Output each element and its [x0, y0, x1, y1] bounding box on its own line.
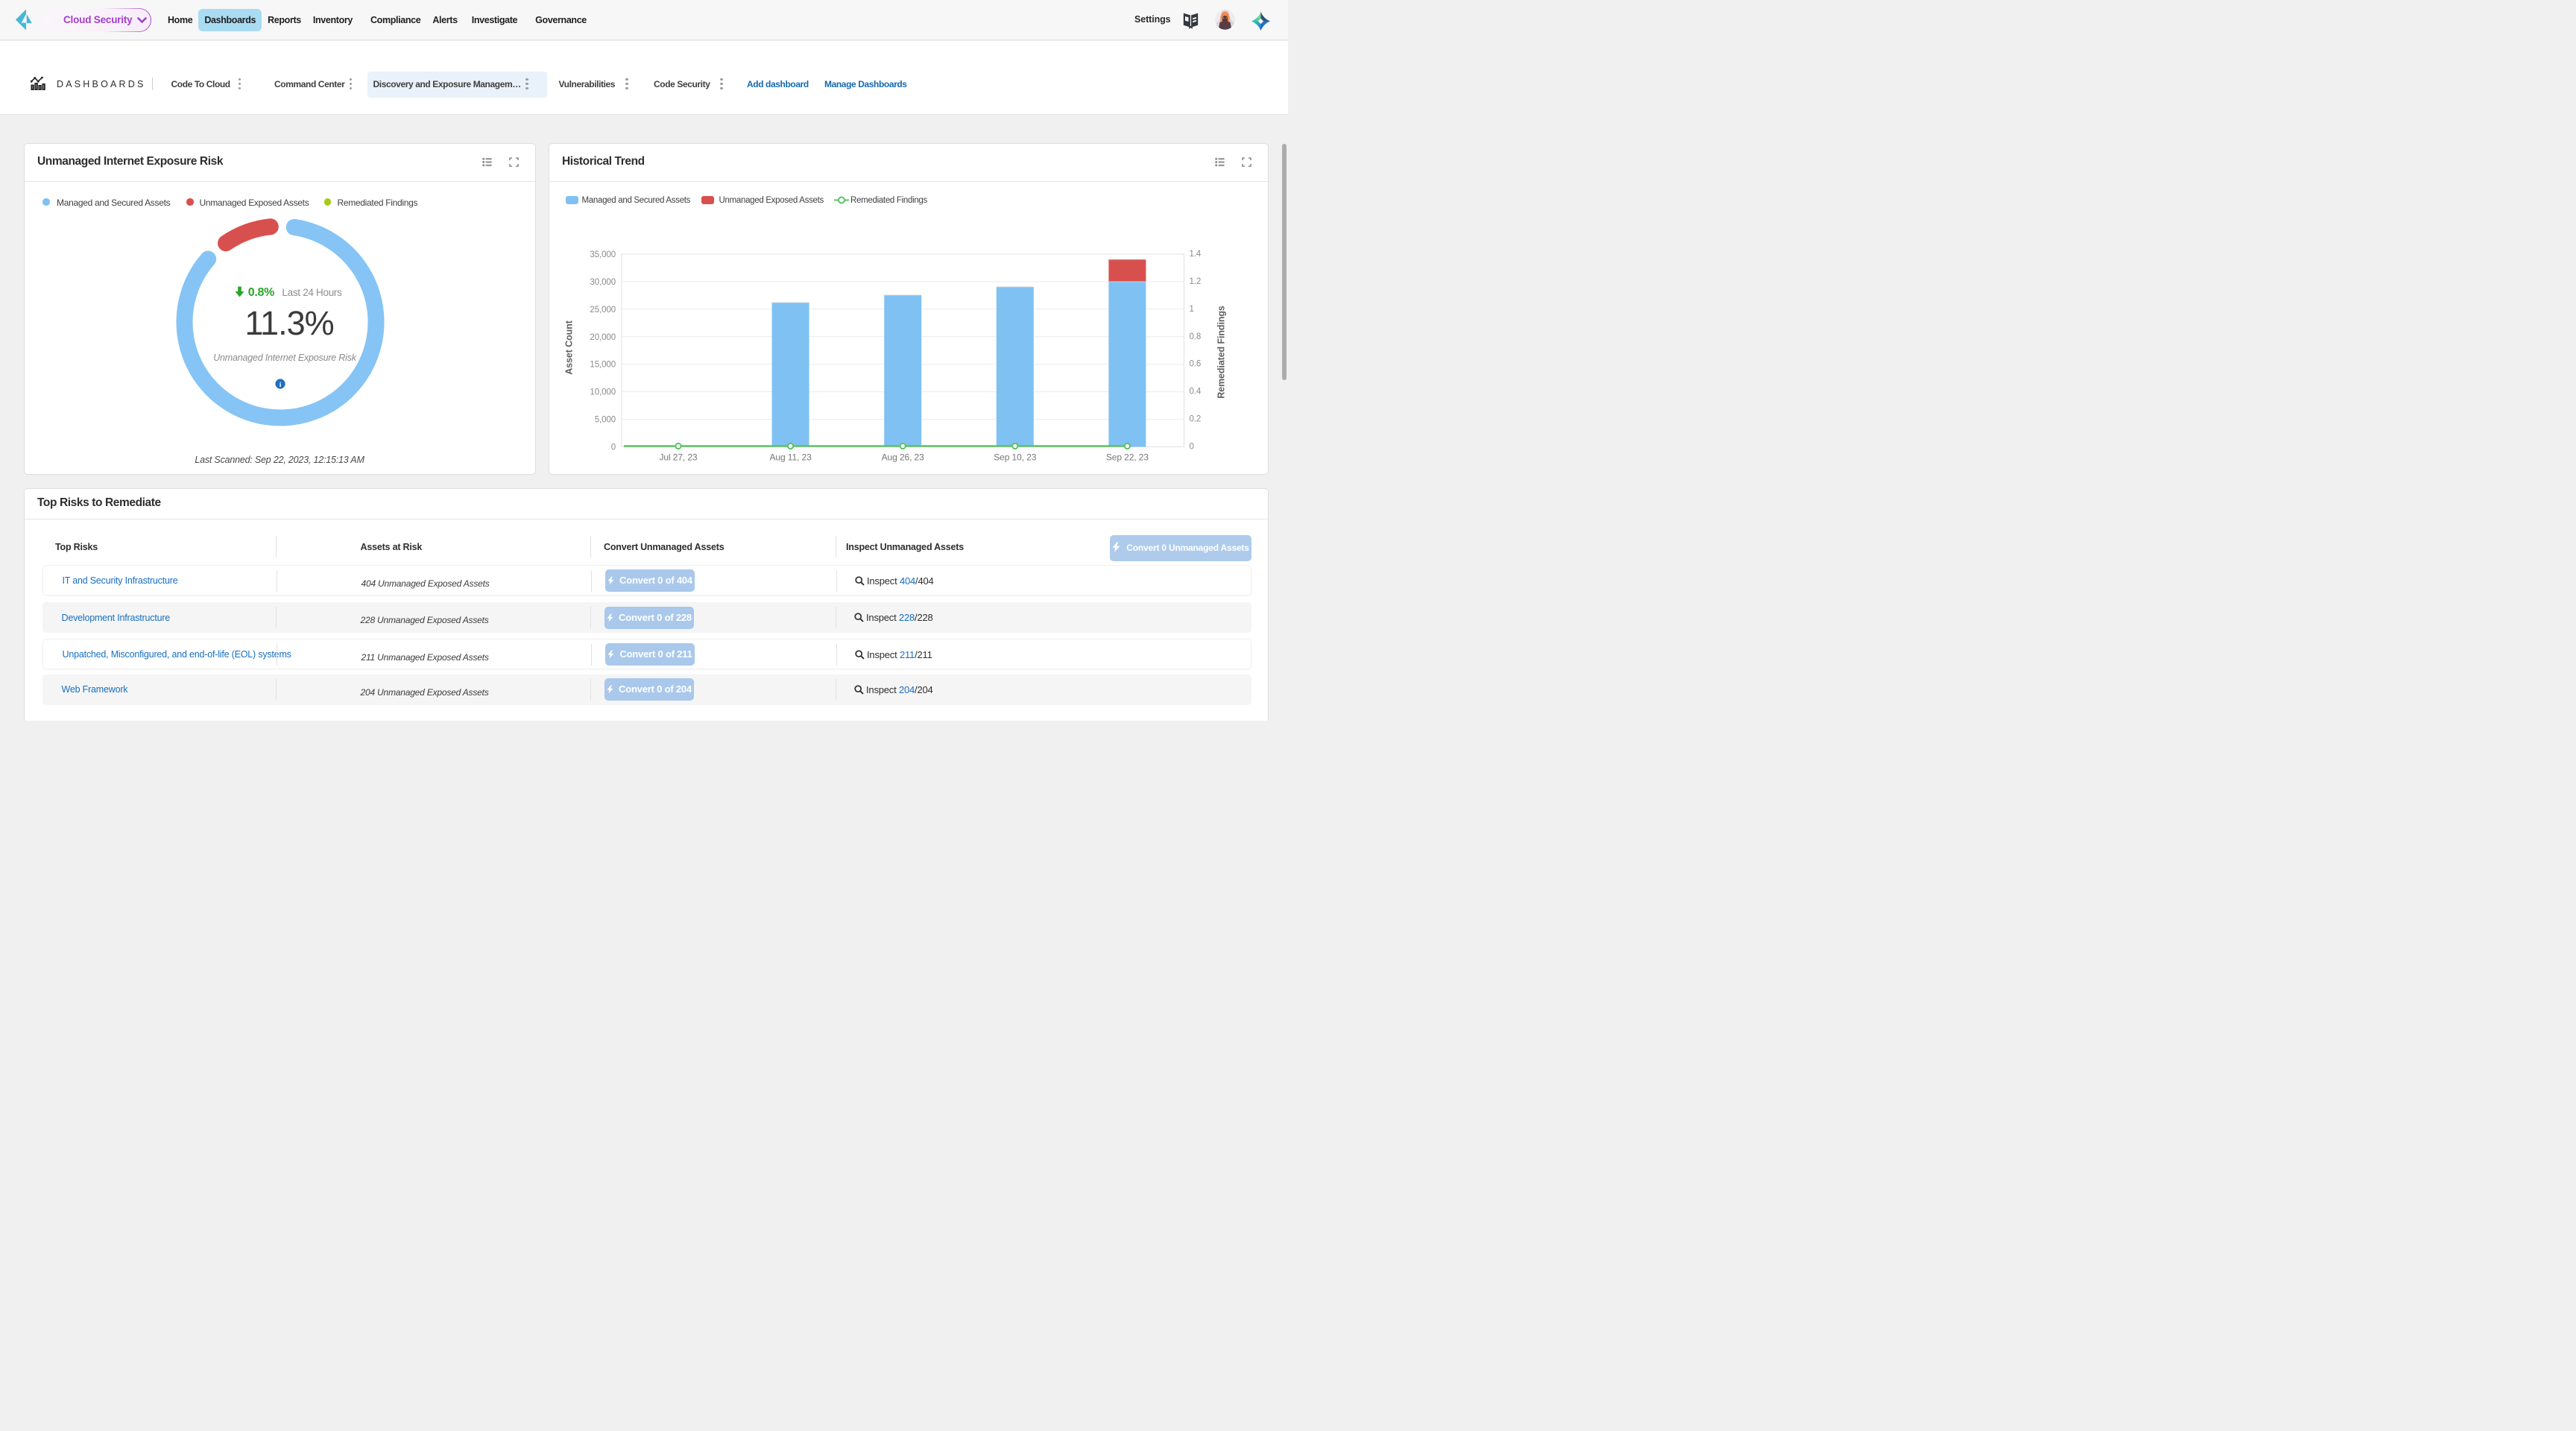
svg-text:Asset Count: Asset Count [564, 320, 575, 374]
svg-text:1.2: 1.2 [1190, 277, 1202, 285]
svg-text:i: i [280, 382, 282, 389]
svg-text:5,000: 5,000 [595, 415, 616, 424]
svg-text:0.2: 0.2 [1190, 414, 1202, 423]
svg-text:10,000: 10,000 [590, 388, 616, 397]
svg-text:Jul 27, 23: Jul 27, 23 [659, 452, 697, 462]
svg-text:0.8: 0.8 [1190, 332, 1202, 341]
svg-text:1.4: 1.4 [1190, 250, 1202, 259]
svg-text:30,000: 30,000 [590, 277, 616, 286]
svg-text:0: 0 [611, 443, 616, 452]
svg-text:Aug 11, 23: Aug 11, 23 [770, 452, 812, 462]
svg-text:0.4: 0.4 [1190, 387, 1202, 396]
svg-text:25,000: 25,000 [590, 305, 616, 314]
svg-text:Remediated Findings: Remediated Findings [1216, 306, 1227, 399]
svg-text:0.6: 0.6 [1190, 359, 1202, 368]
svg-text:Aug 26, 23: Aug 26, 23 [882, 452, 924, 462]
svg-text:0: 0 [1190, 442, 1194, 451]
svg-text:1: 1 [1190, 304, 1194, 313]
svg-text:Sep 22, 23: Sep 22, 23 [1106, 452, 1149, 462]
svg-text:35,000: 35,000 [590, 250, 616, 259]
svg-text:Sep 10, 23: Sep 10, 23 [994, 452, 1036, 462]
svg-text:20,000: 20,000 [590, 332, 616, 341]
svg-text:15,000: 15,000 [590, 360, 616, 369]
